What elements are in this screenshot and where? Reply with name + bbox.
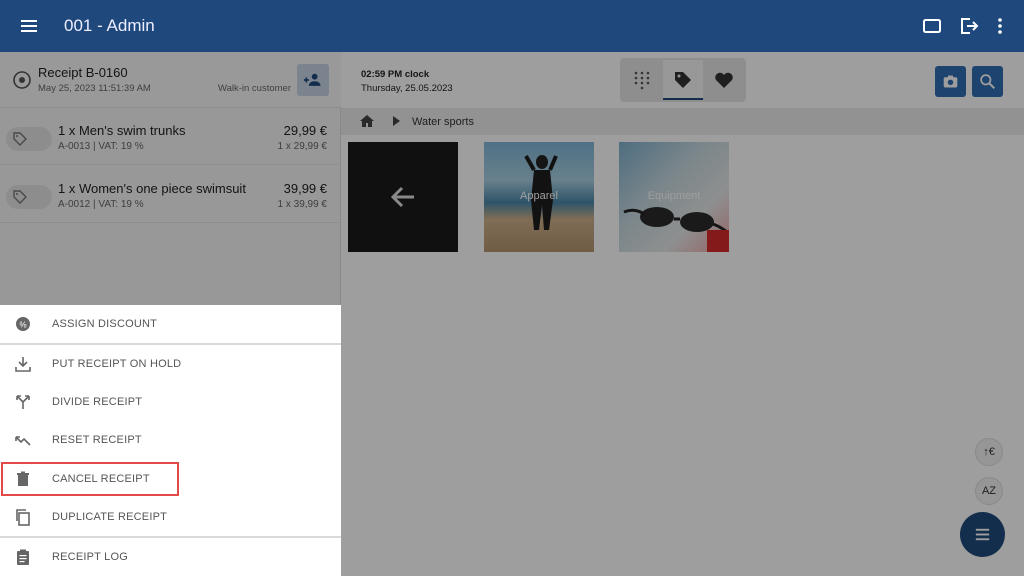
menu-item-duplicate[interactable]: DUPLICATE RECEIPT [0,498,341,536]
menu-item-assign-discount[interactable]: % ASSIGN DISCOUNT [0,305,341,343]
menu-item-label: ASSIGN DISCOUNT [52,318,158,330]
cancel-receipt-highlight [1,462,179,496]
receipt-actions-menu: % ASSIGN DISCOUNT PUT RECEIPT ON HOLD DI… [0,305,341,576]
menu-item-label: DUPLICATE RECEIPT [52,511,168,523]
menu-icon[interactable] [19,16,39,36]
svg-text:%: % [19,321,26,330]
menu-item-label: RECEIPT LOG [52,551,128,563]
clipboard-icon [17,549,29,565]
tablet-icon[interactable] [920,14,944,38]
menu-item-divide[interactable]: DIVIDE RECEIPT [0,383,341,421]
menu-item-label: PUT RECEIPT ON HOLD [52,358,182,370]
logout-icon[interactable] [956,14,980,38]
more-vert-icon[interactable] [988,14,1012,38]
menu-item-label: RESET RECEIPT [52,434,142,446]
menu-item-put-on-hold[interactable]: PUT RECEIPT ON HOLD [0,345,341,383]
menu-item-receipt-log[interactable]: RECEIPT LOG [0,538,341,576]
reset-icon [15,436,31,446]
menu-item-reset[interactable]: RESET RECEIPT [0,421,341,459]
app-title: 001 - Admin [64,16,155,35]
app-header: 001 - Admin [0,0,1024,52]
split-icon [16,395,30,409]
menu-item-label: DIVIDE RECEIPT [52,396,143,408]
download-icon [15,357,31,372]
discount-icon: % [16,317,30,331]
copy-icon [16,509,30,526]
